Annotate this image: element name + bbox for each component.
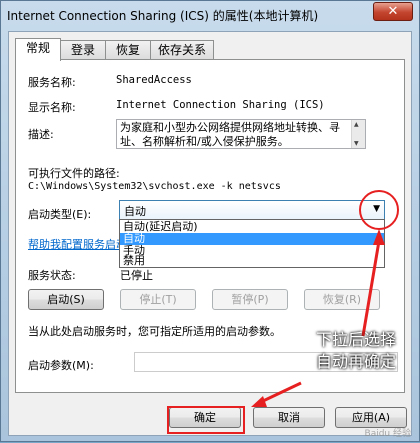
watermark: Baidu 经验: [364, 429, 411, 439]
tab-recovery[interactable]: 恢复: [105, 40, 151, 59]
display-name-label: 显示名称:: [28, 101, 76, 114]
apply-button[interactable]: 应用(A): [335, 407, 407, 428]
title-bar: Internet Connection Sharing (ICS) 的属性(本地…: [1, 1, 419, 29]
help-configure-link[interactable]: 帮助我配置服务启动: [28, 236, 127, 252]
start-button[interactable]: 启动(S): [28, 289, 104, 310]
resume-button[interactable]: 恢复(R): [304, 289, 380, 310]
option-auto-delayed[interactable]: 自动(延迟启动): [120, 221, 384, 233]
window-title: Internet Connection Sharing (ICS) 的属性(本地…: [7, 9, 319, 23]
service-name-label: 服务名称:: [28, 76, 76, 89]
description-box[interactable]: 为家庭和小型办公网络提供网络地址转换、寻址、名称解析和/或入侵保护服务。 ▲ ▼: [116, 119, 366, 149]
stop-button[interactable]: 停止(T): [120, 289, 196, 310]
description-label: 描述:: [28, 128, 54, 141]
option-auto[interactable]: 自动: [120, 233, 384, 245]
startup-type-selected: 自动: [124, 205, 146, 218]
annotation-line-2: 自动再确定: [315, 352, 396, 371]
annotation-ok-highlight: [167, 406, 245, 434]
properties-dialog: Internet Connection Sharing (ICS) 的属性(本地…: [0, 0, 420, 442]
scroll-down-icon[interactable]: ▼: [354, 140, 359, 147]
tab-general[interactable]: 常规: [15, 38, 61, 61]
pause-button[interactable]: 暂停(P): [212, 289, 288, 310]
tab-dependencies[interactable]: 依存关系: [150, 40, 214, 59]
service-name-value: SharedAccess: [116, 74, 192, 86]
annotation-line-1: 下拉后选择: [315, 330, 396, 349]
scroll-up-icon[interactable]: ▲: [354, 121, 359, 128]
startup-type-dropdown: 自动(延迟启动) 自动 手动 禁用: [119, 219, 385, 268]
service-status-label: 服务状态:: [28, 269, 76, 282]
description-scrollbar[interactable]: ▲ ▼: [351, 120, 365, 148]
description-text: 为家庭和小型办公网络提供网络地址转换、寻址、名称解析和/或入侵保护服务。: [120, 121, 340, 148]
service-status-value: 已停止: [120, 269, 153, 282]
option-disabled[interactable]: 禁用: [120, 255, 384, 267]
display-name-value: Internet Connection Sharing (ICS): [116, 99, 325, 111]
startup-params-label: 启动参数(M):: [28, 359, 94, 372]
startup-type-select[interactable]: 自动 ▼: [119, 200, 385, 220]
startup-params-hint: 当从此处启动服务时，您可指定所适用的启动参数。: [28, 325, 281, 338]
close-button[interactable]: ✕: [373, 2, 413, 21]
tab-logon[interactable]: 登录: [60, 40, 106, 59]
annotation-circle: [359, 190, 399, 230]
startup-type-label: 启动类型(E):: [28, 208, 92, 221]
annotation-text: 下拉后选择 自动再确定: [301, 329, 411, 373]
cancel-button[interactable]: 取消: [253, 407, 325, 428]
exe-path-value: C:\Windows\System32\svchost.exe -k netsv…: [28, 181, 281, 192]
exe-path-label: 可执行文件的路径:: [28, 167, 120, 180]
